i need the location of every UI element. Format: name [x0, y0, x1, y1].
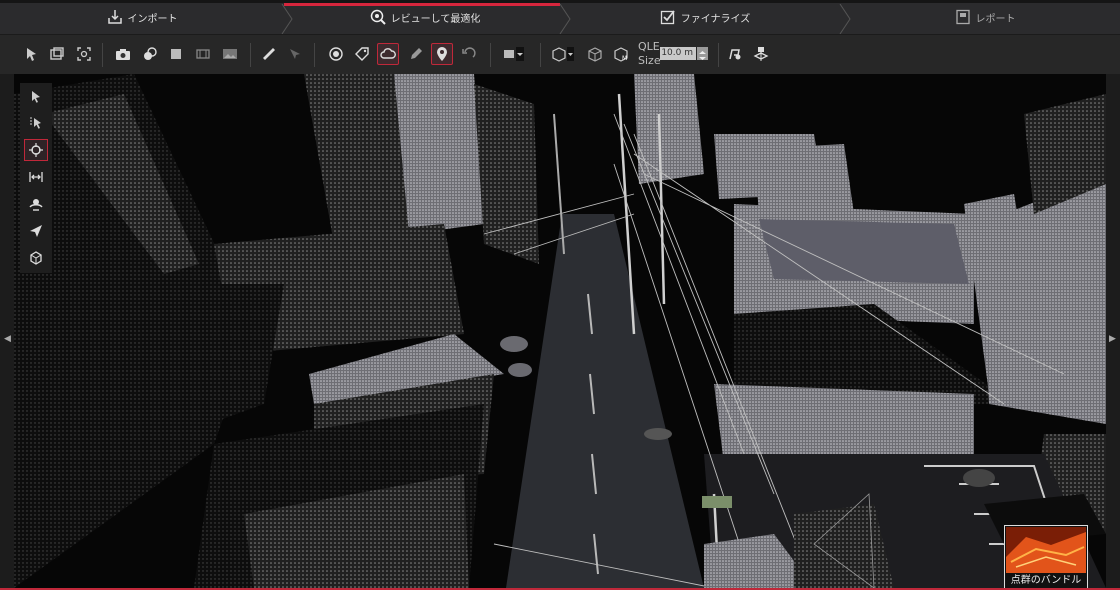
cube-view-icon[interactable] [584, 43, 606, 65]
cursor-icon[interactable] [24, 86, 48, 108]
zoom-extents-icon[interactable] [73, 43, 95, 65]
workflow-step-label: インポート [127, 13, 178, 25]
pin-icon[interactable] [431, 43, 453, 65]
box-view-icon[interactable] [24, 247, 48, 269]
toolbar-divider [102, 43, 103, 67]
import-icon [107, 9, 123, 25]
toolbar-divider [314, 43, 315, 67]
square-view-icon[interactable] [165, 43, 187, 65]
point-cloud-bundle-thumbnail[interactable]: 点群のバンドル [1004, 525, 1088, 590]
cube-dropdown-icon[interactable] [548, 43, 578, 65]
image-icon[interactable] [219, 43, 241, 65]
bundle-preview-image [1006, 527, 1086, 573]
size-spinner[interactable] [697, 47, 708, 60]
filmstrip-icon[interactable] [192, 43, 214, 65]
point-cloud-scene[interactable] [14, 74, 1106, 588]
workflow-step-finalize[interactable]: ファイナライズ [570, 0, 840, 34]
spinner-arrows-icon [699, 51, 706, 60]
cube-measure-icon[interactable]: M [610, 43, 632, 65]
finalize-checkbox-icon [660, 9, 676, 25]
left-panel-handle[interactable]: ◀ [0, 74, 14, 588]
workflow-step-report[interactable]: レポート [850, 0, 1120, 34]
workflow-bar: インポート レビューして最適化 ファイナライズ レポート [0, 0, 1120, 34]
report-icon [955, 9, 971, 25]
qle-label: QLE [638, 40, 660, 53]
walk-person-icon[interactable] [24, 193, 48, 215]
toolbar-divider [718, 43, 719, 67]
camera-icon[interactable] [112, 43, 134, 65]
person-pin-icon[interactable] [724, 43, 746, 65]
window-icon[interactable] [46, 43, 68, 65]
main-toolbar: M [0, 34, 1120, 75]
toolbar-divider [250, 43, 251, 67]
fit-horizontal-icon[interactable] [24, 166, 48, 188]
tag-icon[interactable] [351, 43, 373, 65]
expand-right-icon: ▶ [1109, 334, 1116, 344]
cloud-icon[interactable] [377, 43, 399, 65]
undo-icon[interactable] [458, 43, 480, 65]
navigate-arrow-icon[interactable] [24, 220, 48, 242]
select-cursor-icon[interactable] [24, 112, 48, 134]
review-optimize-icon [370, 9, 386, 25]
toolbar-divider [490, 43, 491, 67]
workflow-step-import[interactable]: インポート [0, 0, 284, 34]
transform-icon[interactable] [284, 43, 306, 65]
workflow-step-label: レポート [975, 13, 1016, 25]
orbit-crosshair-icon[interactable] [24, 139, 48, 161]
point-cloud-viewport[interactable] [14, 74, 1106, 588]
navigation-tool-strip [20, 83, 52, 273]
workflow-step-label: ファイナライズ [680, 13, 751, 25]
color-mode-icon[interactable] [139, 43, 161, 65]
toolbar-divider [540, 43, 541, 67]
display-dropdown-icon[interactable] [500, 43, 528, 65]
circle-target-icon[interactable] [325, 43, 347, 65]
workflow-active-indicator [284, 3, 560, 6]
right-panel-handle[interactable]: ▶ [1106, 74, 1120, 588]
workflow-step-label: レビューして最適化 [390, 13, 481, 25]
size-label: Size [638, 54, 661, 67]
scan-station-icon[interactable] [750, 43, 772, 65]
select-points-icon[interactable] [21, 43, 43, 65]
pencil-icon[interactable] [405, 43, 427, 65]
ruler-icon[interactable] [258, 43, 280, 65]
qle-size-label: QLE Size [638, 40, 661, 68]
expand-left-icon: ◀ [4, 334, 11, 344]
size-value-input[interactable]: 10.0 m [660, 47, 696, 60]
svg-text:M: M [622, 55, 627, 62]
thumbnail-label: 点群のバンドル [1005, 573, 1087, 589]
